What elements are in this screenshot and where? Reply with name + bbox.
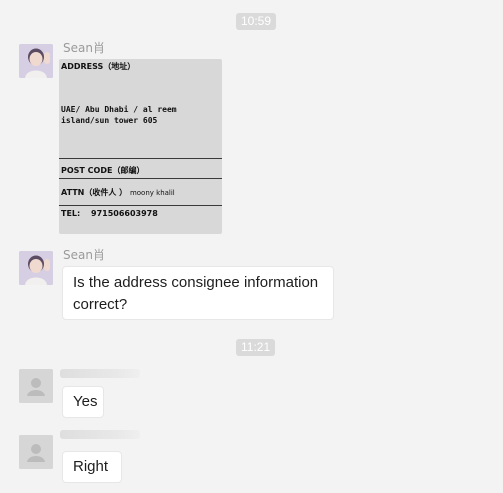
avatar[interactable]	[19, 44, 53, 78]
default-user-icon	[19, 369, 53, 403]
avatar[interactable]	[19, 369, 53, 403]
message-bubble[interactable]: Yes	[62, 386, 104, 418]
divider	[59, 205, 222, 206]
address-label: ADDRESS（地址）	[61, 62, 136, 71]
timestamp-divider: 11:21	[236, 339, 276, 356]
tel-label: TEL:	[61, 209, 81, 218]
avatar[interactable]	[19, 435, 53, 469]
sender-name: Sean肖	[63, 248, 105, 262]
address-line-2: island/sun tower 605	[61, 116, 158, 125]
person-avatar-icon	[19, 44, 53, 78]
address-card-image[interactable]: ADDRESS（地址） UAE/ Abu Dhabi / al reem isl…	[59, 59, 222, 234]
tel-value: 971506603978	[91, 209, 158, 218]
attn-label: ATTN（收件人 ） moony khalil	[61, 187, 175, 198]
divider	[59, 158, 222, 159]
divider	[59, 178, 222, 179]
message-bubble[interactable]: Is the address consignee information cor…	[62, 266, 334, 320]
address-line-1: UAE/ Abu Dhabi / al reem	[61, 105, 177, 114]
timestamp-divider: 10:59	[236, 13, 277, 30]
sender-name-redacted	[60, 369, 140, 378]
message-bubble[interactable]: Right	[62, 451, 122, 483]
sender-name-redacted	[60, 430, 140, 439]
message-text-line: Is the address consignee information	[73, 274, 319, 291]
message-text: Right	[73, 458, 109, 475]
message-text: Yes	[73, 393, 98, 410]
avatar[interactable]	[19, 251, 53, 285]
tel-row: TEL: 971506603978	[61, 209, 158, 218]
postcode-label: POST CODE（邮编）	[61, 166, 145, 175]
person-avatar-icon	[19, 251, 53, 285]
attn-value: moony khalil	[129, 189, 175, 197]
message-text-line: correct?	[73, 296, 128, 313]
default-user-icon	[19, 435, 53, 469]
sender-name: Sean肖	[63, 41, 105, 55]
attn-label-text: ATTN（收件人 ）	[61, 188, 128, 197]
